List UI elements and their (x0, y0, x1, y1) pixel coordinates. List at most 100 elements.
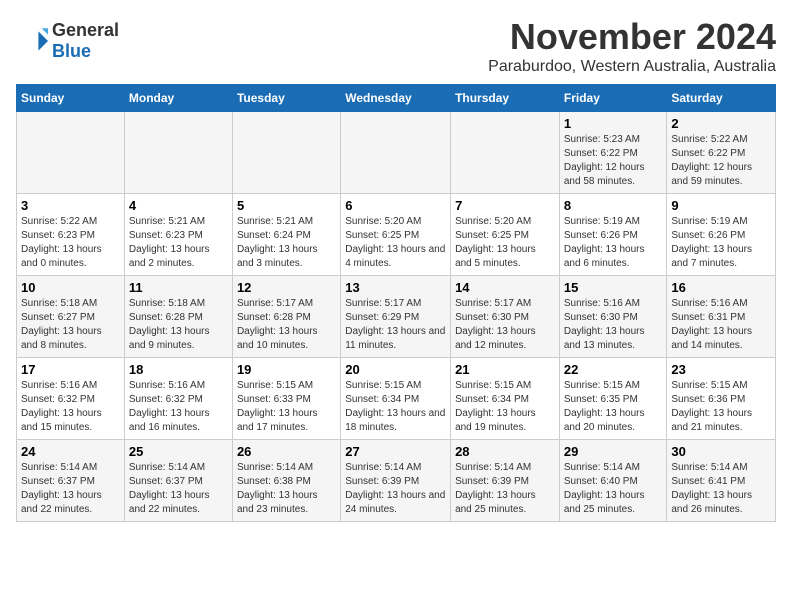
weekday-header: Thursday (451, 85, 560, 112)
day-number: 17 (21, 362, 120, 377)
weekday-header: Tuesday (232, 85, 340, 112)
title-block: November 2024 Paraburdoo, Western Austra… (488, 16, 776, 76)
calendar-cell: 20 Sunrise: 5:15 AM Sunset: 6:34 PM Dayli… (341, 358, 451, 440)
weekday-header: Sunday (17, 85, 125, 112)
calendar-cell: 7 Sunrise: 5:20 AM Sunset: 6:25 PM Daylig… (451, 194, 560, 276)
day-detail: Sunrise: 5:22 AM Sunset: 6:22 PM Dayligh… (671, 133, 771, 189)
day-number: 14 (455, 280, 555, 295)
calendar-cell: 12 Sunrise: 5:17 AM Sunset: 6:28 PM Dayli… (232, 276, 340, 358)
day-number: 18 (129, 362, 228, 377)
calendar-cell (17, 112, 125, 194)
day-detail: Sunrise: 5:15 AM Sunset: 6:35 PM Dayligh… (564, 379, 663, 435)
day-number: 13 (345, 280, 446, 295)
logo: General Blue (16, 20, 119, 62)
day-number: 26 (237, 444, 336, 459)
logo-line1: General (52, 20, 119, 41)
header: General Blue November 2024 Paraburdoo, W… (16, 16, 776, 76)
calendar-cell: 18 Sunrise: 5:16 AM Sunset: 6:32 PM Dayli… (124, 358, 232, 440)
day-number: 27 (345, 444, 446, 459)
day-detail: Sunrise: 5:16 AM Sunset: 6:32 PM Dayligh… (21, 379, 120, 435)
day-detail: Sunrise: 5:15 AM Sunset: 6:34 PM Dayligh… (345, 379, 446, 435)
calendar-week-row: 10Sunrise: 5:18 AM Sunset: 6:27 PM Dayli… (17, 276, 776, 358)
day-detail: Sunrise: 5:15 AM Sunset: 6:36 PM Dayligh… (671, 379, 771, 435)
day-detail: Sunrise: 5:16 AM Sunset: 6:32 PM Dayligh… (129, 379, 228, 435)
day-detail: Sunrise: 5:20 AM Sunset: 6:25 PM Dayligh… (345, 215, 446, 271)
day-detail: Sunrise: 5:17 AM Sunset: 6:28 PM Dayligh… (237, 297, 336, 353)
calendar-cell: 1 Sunrise: 5:23 AM Sunset: 6:22 PM Daylig… (559, 112, 667, 194)
day-number: 19 (237, 362, 336, 377)
calendar-cell: 17 Sunrise: 5:16 AM Sunset: 6:32 PM Dayli… (17, 358, 125, 440)
calendar-cell: 25 Sunrise: 5:14 AM Sunset: 6:37 PM Dayli… (124, 440, 232, 522)
day-number: 11 (129, 280, 228, 295)
day-number: 15 (564, 280, 663, 295)
day-number: 2 (671, 116, 771, 131)
location-title: Paraburdoo, Western Australia, Australia (488, 58, 776, 76)
calendar-cell: 28Sunrise: 5:14 AM Sunset: 6:39 PM Dayli… (451, 440, 560, 522)
day-detail: Sunrise: 5:14 AM Sunset: 6:37 PM Dayligh… (129, 461, 228, 517)
month-title: November 2024 (488, 16, 776, 58)
day-detail: Sunrise: 5:16 AM Sunset: 6:31 PM Dayligh… (671, 297, 771, 353)
day-number: 24 (21, 444, 120, 459)
calendar-cell: 10Sunrise: 5:18 AM Sunset: 6:27 PM Dayli… (17, 276, 125, 358)
calendar-cell: 8 Sunrise: 5:19 AM Sunset: 6:26 PM Daylig… (559, 194, 667, 276)
day-detail: Sunrise: 5:17 AM Sunset: 6:29 PM Dayligh… (345, 297, 446, 353)
weekday-header: Friday (559, 85, 667, 112)
calendar-cell: 15 Sunrise: 5:16 AM Sunset: 6:30 PM Dayli… (559, 276, 667, 358)
day-number: 16 (671, 280, 771, 295)
calendar-week-row: 1 Sunrise: 5:23 AM Sunset: 6:22 PM Daylig… (17, 112, 776, 194)
calendar-cell: 24 Sunrise: 5:14 AM Sunset: 6:37 PM Dayli… (17, 440, 125, 522)
calendar-cell: 21Sunrise: 5:15 AM Sunset: 6:34 PM Dayli… (451, 358, 560, 440)
weekday-header: Monday (124, 85, 232, 112)
day-number: 3 (21, 198, 120, 213)
calendar-cell: 3 Sunrise: 5:22 AM Sunset: 6:23 PM Daylig… (17, 194, 125, 276)
day-detail: Sunrise: 5:17 AM Sunset: 6:30 PM Dayligh… (455, 297, 555, 353)
calendar-cell: 4Sunrise: 5:21 AM Sunset: 6:23 PM Daylig… (124, 194, 232, 276)
day-number: 7 (455, 198, 555, 213)
day-number: 12 (237, 280, 336, 295)
calendar-cell: 2 Sunrise: 5:22 AM Sunset: 6:22 PM Daylig… (667, 112, 776, 194)
day-detail: Sunrise: 5:15 AM Sunset: 6:34 PM Dayligh… (455, 379, 555, 435)
calendar-cell: 29Sunrise: 5:14 AM Sunset: 6:40 PM Dayli… (559, 440, 667, 522)
day-detail: Sunrise: 5:20 AM Sunset: 6:25 PM Dayligh… (455, 215, 555, 271)
calendar-cell: 13 Sunrise: 5:17 AM Sunset: 6:29 PM Dayli… (341, 276, 451, 358)
day-detail: Sunrise: 5:19 AM Sunset: 6:26 PM Dayligh… (564, 215, 663, 271)
calendar-cell (232, 112, 340, 194)
day-number: 6 (345, 198, 446, 213)
day-detail: Sunrise: 5:15 AM Sunset: 6:33 PM Dayligh… (237, 379, 336, 435)
calendar-cell (124, 112, 232, 194)
calendar-table: SundayMondayTuesdayWednesdayThursdayFrid… (16, 84, 776, 522)
calendar-cell (451, 112, 560, 194)
day-detail: Sunrise: 5:14 AM Sunset: 6:40 PM Dayligh… (564, 461, 663, 517)
day-number: 8 (564, 198, 663, 213)
calendar-cell: 11 Sunrise: 5:18 AM Sunset: 6:28 PM Dayli… (124, 276, 232, 358)
calendar-cell: 5 Sunrise: 5:21 AM Sunset: 6:24 PM Daylig… (232, 194, 340, 276)
logo-line2: Blue (52, 41, 119, 62)
day-number: 25 (129, 444, 228, 459)
weekday-header: Wednesday (341, 85, 451, 112)
day-number: 22 (564, 362, 663, 377)
calendar-week-row: 24 Sunrise: 5:14 AM Sunset: 6:37 PM Dayli… (17, 440, 776, 522)
calendar-cell: 23Sunrise: 5:15 AM Sunset: 6:36 PM Dayli… (667, 358, 776, 440)
calendar-cell: 26Sunrise: 5:14 AM Sunset: 6:38 PM Dayli… (232, 440, 340, 522)
calendar-week-row: 3 Sunrise: 5:22 AM Sunset: 6:23 PM Daylig… (17, 194, 776, 276)
day-number: 5 (237, 198, 336, 213)
day-detail: Sunrise: 5:21 AM Sunset: 6:24 PM Dayligh… (237, 215, 336, 271)
calendar-cell: 22 Sunrise: 5:15 AM Sunset: 6:35 PM Dayli… (559, 358, 667, 440)
day-detail: Sunrise: 5:18 AM Sunset: 6:28 PM Dayligh… (129, 297, 228, 353)
day-detail: Sunrise: 5:23 AM Sunset: 6:22 PM Dayligh… (564, 133, 663, 189)
day-detail: Sunrise: 5:19 AM Sunset: 6:26 PM Dayligh… (671, 215, 771, 271)
calendar-cell (341, 112, 451, 194)
day-detail: Sunrise: 5:16 AM Sunset: 6:30 PM Dayligh… (564, 297, 663, 353)
day-detail: Sunrise: 5:22 AM Sunset: 6:23 PM Dayligh… (21, 215, 120, 271)
day-detail: Sunrise: 5:18 AM Sunset: 6:27 PM Dayligh… (21, 297, 120, 353)
calendar-cell: 9Sunrise: 5:19 AM Sunset: 6:26 PM Daylig… (667, 194, 776, 276)
day-detail: Sunrise: 5:14 AM Sunset: 6:41 PM Dayligh… (671, 461, 771, 517)
day-detail: Sunrise: 5:14 AM Sunset: 6:39 PM Dayligh… (455, 461, 555, 517)
day-number: 20 (345, 362, 446, 377)
day-detail: Sunrise: 5:14 AM Sunset: 6:37 PM Dayligh… (21, 461, 120, 517)
calendar-cell: 19 Sunrise: 5:15 AM Sunset: 6:33 PM Dayli… (232, 358, 340, 440)
day-number: 1 (564, 116, 663, 131)
calendar-cell: 6 Sunrise: 5:20 AM Sunset: 6:25 PM Daylig… (341, 194, 451, 276)
calendar-cell: 14 Sunrise: 5:17 AM Sunset: 6:30 PM Dayli… (451, 276, 560, 358)
calendar-cell: 30Sunrise: 5:14 AM Sunset: 6:41 PM Dayli… (667, 440, 776, 522)
